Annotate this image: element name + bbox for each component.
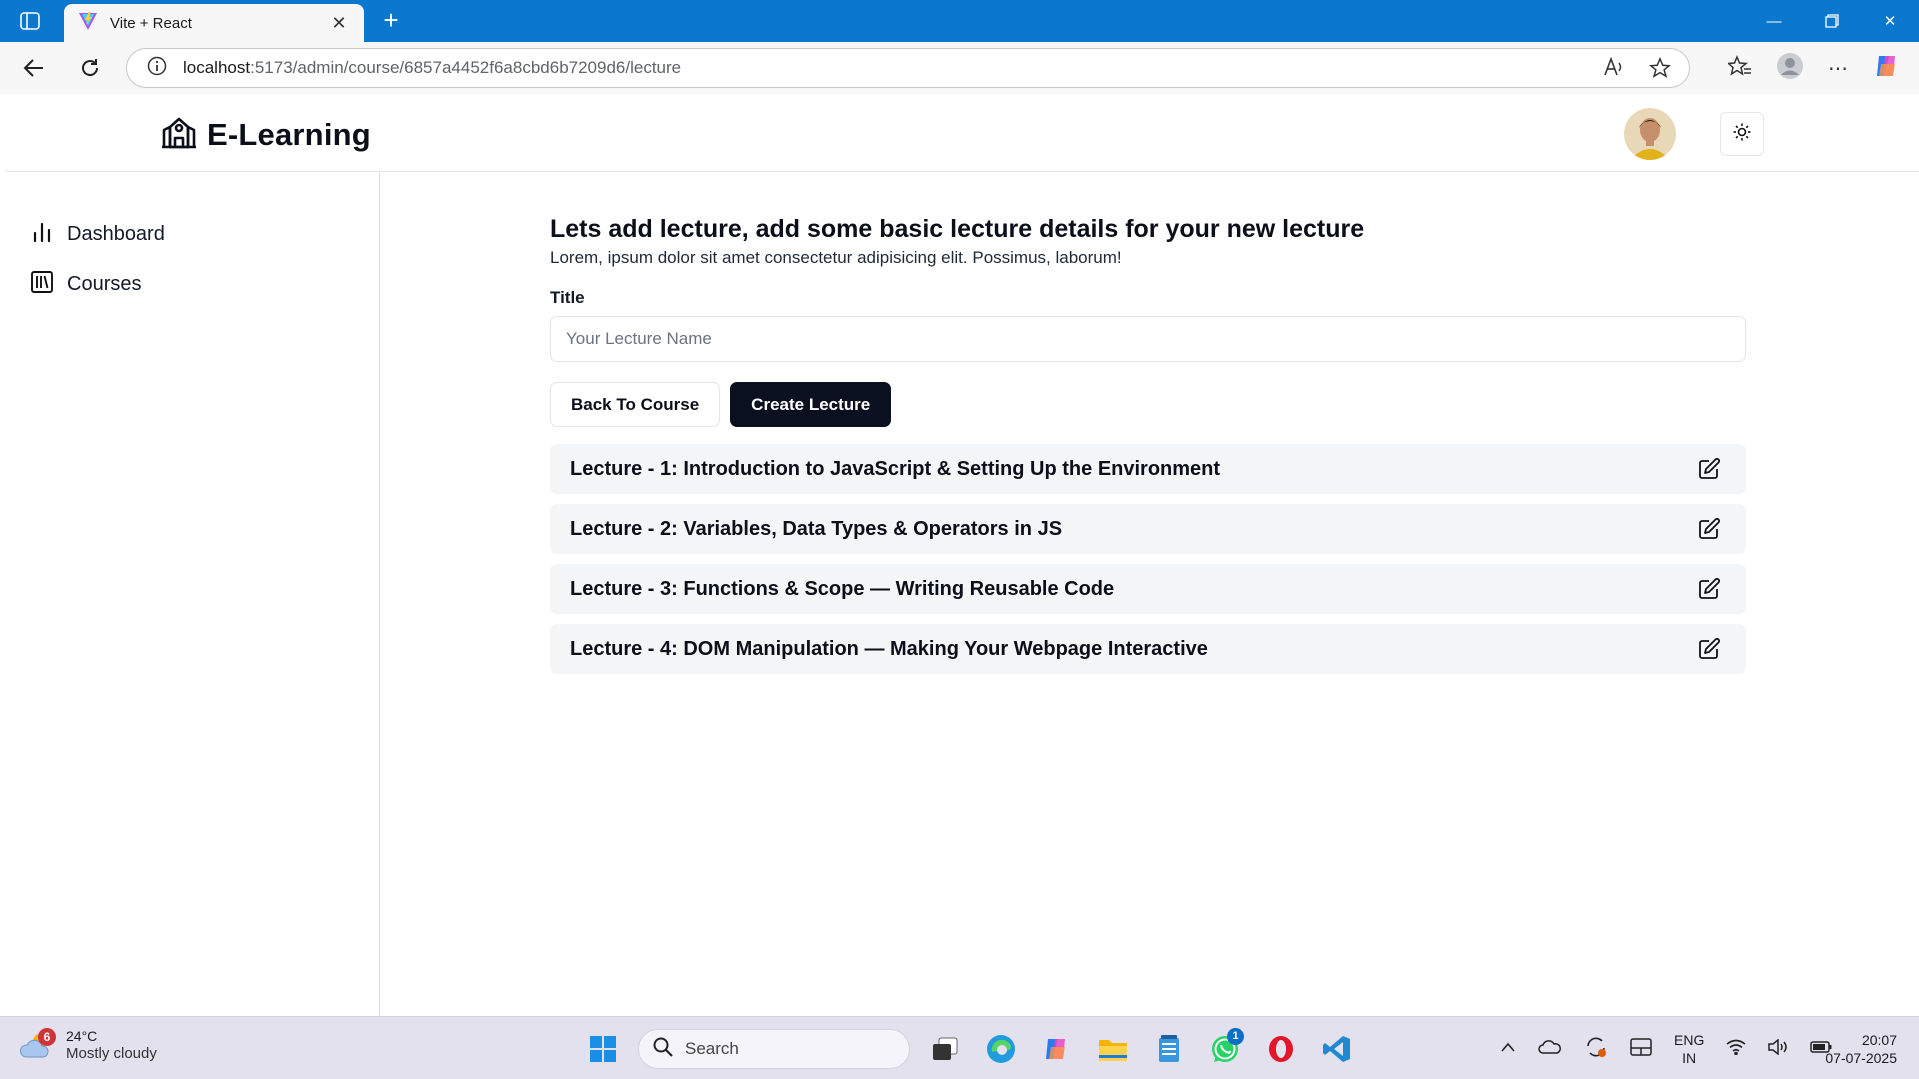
minimize-button[interactable]: — [1745, 0, 1803, 42]
start-windows-icon[interactable] [582, 1028, 624, 1070]
weather-description: Mostly cloudy [66, 1045, 157, 1062]
chevron-up-icon[interactable] [1500, 1040, 1516, 1058]
language-indicator[interactable]: ENG IN [1674, 1031, 1704, 1067]
vscode-icon[interactable] [1316, 1028, 1358, 1070]
lecture-title-input[interactable] [550, 316, 1746, 362]
school-icon [161, 114, 197, 155]
edit-icon[interactable] [1694, 514, 1724, 544]
region-code: IN [1682, 1050, 1697, 1066]
browser-toolbar: localhost:5173/admin/course/6857a4452f6a… [0, 42, 1919, 94]
brand-name: E-Learning [207, 116, 371, 152]
whatsapp-badge: 1 [1227, 1028, 1244, 1045]
taskbar: 6 24°C Mostly cloudy Search 1 ENG IN 20:… [0, 1016, 1919, 1079]
page-title: Lets add lecture, add some basic lecture… [550, 215, 1365, 243]
lecture-title: Lecture - 4: DOM Manipulation — Making Y… [570, 637, 1208, 660]
back-arrow-icon[interactable] [18, 52, 50, 84]
sidebar-item-dashboard[interactable]: Dashboard [5, 214, 379, 254]
clock-time: 20:07 [1861, 1032, 1897, 1048]
refresh-icon[interactable] [74, 52, 106, 84]
list-item[interactable]: Lecture - 3: Functions & Scope — Writing… [550, 564, 1746, 614]
restore-button[interactable] [1803, 0, 1861, 42]
bar-chart-icon [31, 221, 53, 248]
favorites-icon[interactable] [1726, 54, 1752, 82]
whatsapp-icon[interactable]: 1 [1204, 1028, 1246, 1070]
app-header: E-Learning [5, 94, 1919, 172]
sidebar-toggle-icon[interactable] [14, 9, 46, 33]
lecture-title: Lecture - 2: Variables, Data Types & Ope… [570, 517, 1063, 540]
library-icon [31, 270, 53, 298]
edit-icon[interactable] [1694, 634, 1724, 664]
file-explorer-icon[interactable] [1092, 1028, 1134, 1070]
title-label: Title [550, 288, 585, 307]
sidebar-item-courses[interactable]: Courses [5, 264, 379, 304]
lecture-title: Lecture - 3: Functions & Scope — Writing… [570, 577, 1115, 600]
volume-icon[interactable] [1768, 1037, 1788, 1060]
cloud-icon: 6 [20, 1028, 56, 1060]
onedrive-cloud-icon[interactable] [1538, 1039, 1562, 1060]
form-actions: Back To Course Create Lecture [550, 382, 1750, 427]
keyboard-layout-icon[interactable] [1630, 1037, 1652, 1061]
weather-temperature: 24°C [66, 1028, 98, 1044]
brand[interactable]: E-Learning [161, 114, 371, 155]
back-to-course-button[interactable]: Back To Course [550, 382, 721, 427]
opera-icon[interactable] [1260, 1028, 1302, 1070]
url-host: localhost [183, 58, 251, 77]
sun-icon [1733, 123, 1751, 146]
edge-browser-icon[interactable] [980, 1028, 1022, 1070]
system-tray: ENG IN [1500, 1029, 1832, 1069]
clock-date: 07-07-2025 [1825, 1050, 1897, 1066]
language-code: ENG [1674, 1032, 1705, 1048]
copilot-icon[interactable] [1873, 52, 1901, 85]
favorite-star-icon[interactable] [1648, 56, 1672, 84]
copilot-app-icon[interactable] [1036, 1028, 1078, 1070]
sync-icon[interactable] [1584, 1036, 1608, 1063]
list-item[interactable]: Lecture - 2: Variables, Data Types & Ope… [550, 504, 1746, 554]
page-subtitle: Lorem, ipsum dolor sit amet consectetur … [550, 248, 1122, 267]
weather-alert-badge: 6 [38, 1028, 56, 1046]
theme-toggle-button[interactable] [1720, 112, 1764, 156]
edit-icon[interactable] [1694, 574, 1724, 604]
new-tab-button[interactable]: + [378, 7, 404, 34]
profile-avatar-icon[interactable] [1776, 52, 1804, 85]
weather-widget[interactable]: 6 24°C Mostly cloudy [20, 1027, 157, 1063]
more-options-icon[interactable]: ⋯ [1828, 56, 1849, 81]
site-info-icon[interactable] [147, 56, 167, 81]
read-aloud-icon[interactable] [1603, 56, 1625, 84]
tab-close-icon[interactable]: ✕ [328, 13, 350, 34]
system-clock[interactable]: 20:07 07-07-2025 [1825, 1031, 1897, 1067]
taskbar-apps: Search 1 [582, 1027, 1358, 1071]
main-content: Lets add lecture, add some basic lecture… [550, 213, 1750, 684]
search-label: Search [685, 1039, 739, 1058]
wifi-icon[interactable] [1726, 1039, 1746, 1060]
sidebar-item-label: Courses [67, 272, 142, 295]
task-view-icon[interactable] [924, 1028, 966, 1070]
create-lecture-button[interactable]: Create Lecture [730, 382, 892, 427]
close-window-button[interactable]: ✕ [1861, 0, 1919, 42]
search-icon [653, 1037, 673, 1062]
sidebar-item-label: Dashboard [67, 222, 165, 245]
browser-titlebar: Vite + React ✕ + — ✕ [0, 0, 1919, 42]
taskbar-search[interactable]: Search [638, 1029, 910, 1069]
list-item[interactable]: Lecture - 1: Introduction to JavaScript … [550, 444, 1746, 494]
user-avatar[interactable] [1624, 108, 1676, 160]
vite-logo-icon [78, 11, 98, 36]
edit-icon[interactable] [1694, 454, 1724, 484]
list-item[interactable]: Lecture - 4: DOM Manipulation — Making Y… [550, 624, 1746, 674]
lecture-title: Lecture - 1: Introduction to JavaScript … [570, 457, 1221, 480]
browser-tab[interactable]: Vite + React ✕ [64, 4, 364, 42]
url-path: :5173/admin/course/6857a4452f6a8cbd6b720… [250, 58, 682, 77]
tab-title: Vite + React [110, 14, 192, 32]
app-root: E-Learning Dashboard Courses Lets add le… [5, 94, 1919, 1016]
sidebar: Dashboard Courses [5, 173, 380, 1016]
address-bar[interactable]: localhost:5173/admin/course/6857a4452f6a… [126, 48, 1690, 88]
notepad-icon[interactable] [1148, 1028, 1190, 1070]
lecture-list: Lecture - 1: Introduction to JavaScript … [550, 444, 1750, 674]
